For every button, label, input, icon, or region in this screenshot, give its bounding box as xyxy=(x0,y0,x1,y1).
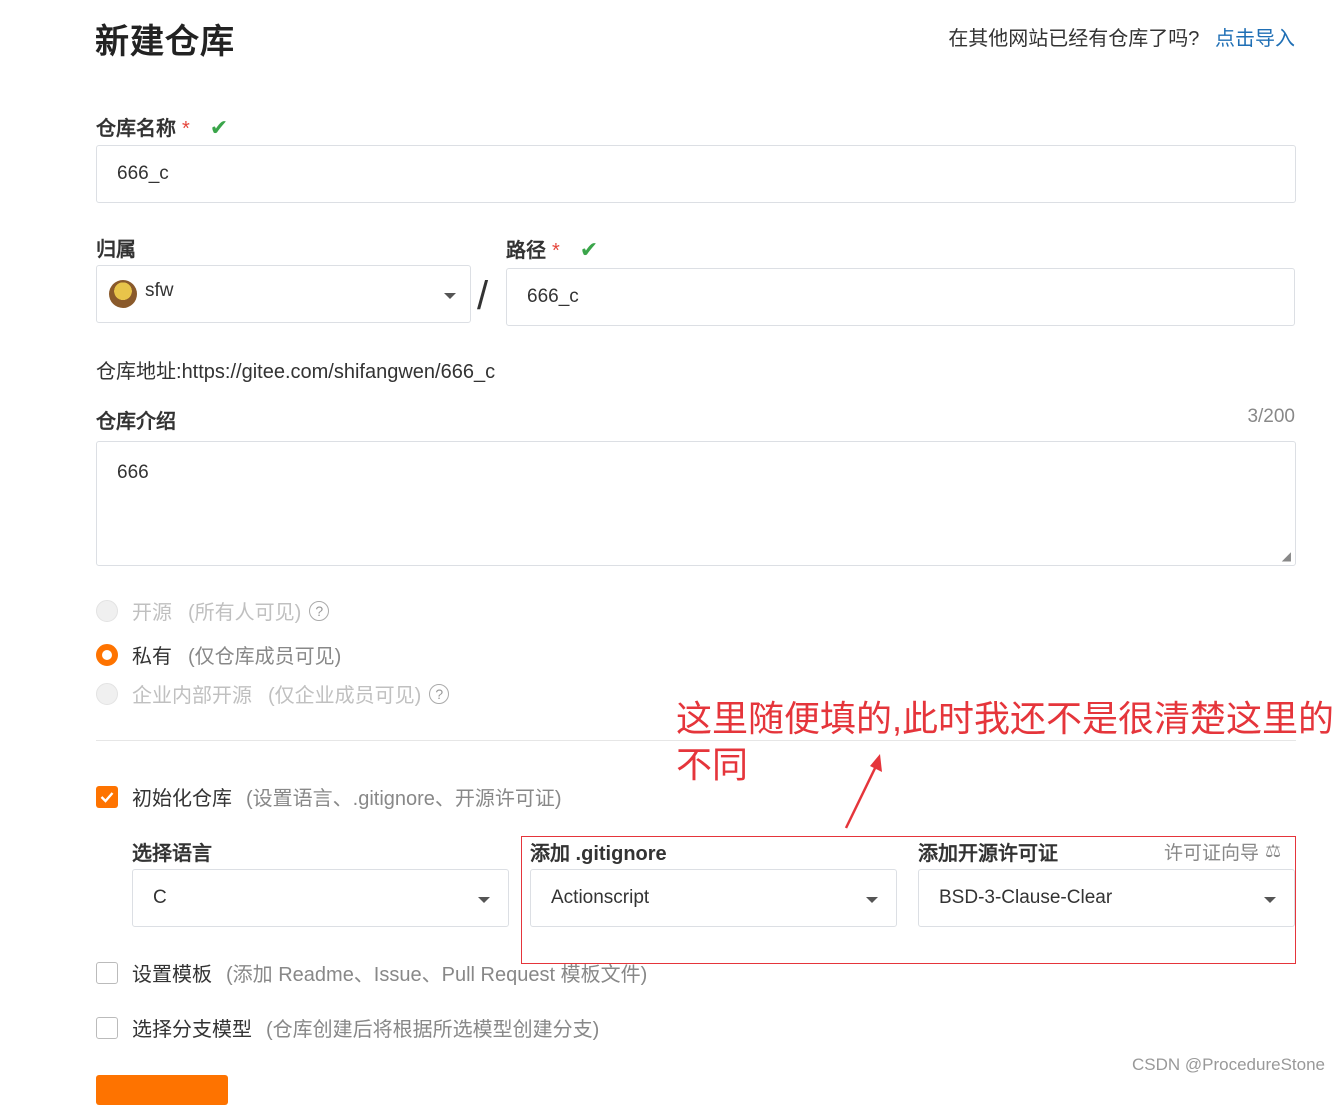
visibility-option-hint: (仅企业成员可见) xyxy=(268,685,422,707)
path-input[interactable]: 666_c xyxy=(506,268,1295,326)
radio-button[interactable] xyxy=(96,682,118,705)
template-checkbox-row[interactable]: 设置模板 (添加 Readme、Issue、Pull Request 模板文件) xyxy=(96,958,647,987)
description-counter: 3/200 xyxy=(1247,406,1295,427)
checkbox-checked[interactable] xyxy=(96,785,118,808)
radio-button-selected[interactable] xyxy=(96,643,118,666)
path-label-text: 路径 xyxy=(506,240,546,262)
language-value: C xyxy=(153,887,167,908)
check-icon: ✔ xyxy=(579,237,599,262)
visibility-option-label: 企业内部开源 xyxy=(132,685,252,707)
init-repo-checkbox-row[interactable]: 初始化仓库 (设置语言、.gitignore、开源许可证) xyxy=(96,782,562,811)
path-value: 666_c xyxy=(527,286,579,307)
resize-handle-icon[interactable]: ◢ xyxy=(1282,549,1291,563)
chevron-down-icon xyxy=(1264,897,1276,903)
scale-icon: ⚖ xyxy=(1265,841,1282,861)
license-guide-link[interactable]: 许可证向导 ⚖ xyxy=(1164,838,1281,865)
branch-model-checkbox-row[interactable]: 选择分支模型 (仓库创建后将根据所选模型创建分支) xyxy=(96,1013,599,1042)
language-select[interactable]: C xyxy=(132,869,509,927)
required-mark: * xyxy=(552,240,560,262)
annotation-text: 这里随便填的,此时我还不是很清楚这里的不同 xyxy=(676,698,1335,785)
help-icon[interactable]: ? xyxy=(429,683,450,704)
chevron-down-icon xyxy=(478,897,490,903)
description-value: 666 xyxy=(117,462,149,483)
visibility-option-public[interactable]: 开源 (所有人可见) ? xyxy=(96,596,330,625)
gitignore-select[interactable]: Actionscript xyxy=(530,869,897,927)
language-label: 选择语言 xyxy=(132,843,212,865)
check-icon: ✔ xyxy=(209,115,229,140)
license-guide-text: 许可证向导 xyxy=(1164,843,1260,864)
template-label: 设置模板 xyxy=(132,964,212,986)
chevron-down-icon xyxy=(444,293,456,299)
chevron-down-icon xyxy=(866,897,878,903)
branch-model-hint: (仓库创建后将根据所选模型创建分支) xyxy=(266,1019,600,1041)
import-prompt: 在其他网站已经有仓库了吗? xyxy=(948,28,1200,50)
visibility-option-label: 开源 xyxy=(132,602,172,624)
visibility-option-enterprise[interactable]: 企业内部开源 (仅企业成员可见) ? xyxy=(96,679,450,708)
page-title: 新建仓库 xyxy=(95,23,235,61)
required-mark: * xyxy=(182,118,190,140)
description-textarea[interactable]: 666 ◢ xyxy=(96,441,1296,566)
checkbox[interactable] xyxy=(96,1016,118,1039)
repo-name-label: 仓库名称 * ✔ xyxy=(96,112,228,141)
license-select[interactable]: BSD-3-Clause-Clear xyxy=(918,869,1295,927)
import-hint: 在其他网站已经有仓库了吗? 点击导入 xyxy=(948,22,1295,51)
branch-model-label: 选择分支模型 xyxy=(132,1019,252,1041)
init-repo-label: 初始化仓库 xyxy=(132,788,232,810)
visibility-option-label: 私有 xyxy=(132,646,172,668)
visibility-option-private[interactable]: 私有 (仅仓库成员可见) xyxy=(96,640,341,669)
owner-select[interactable]: sfw xyxy=(96,265,471,323)
init-repo-hint: (设置语言、.gitignore、开源许可证) xyxy=(246,788,562,810)
description-label: 仓库介绍 xyxy=(96,411,176,433)
help-icon[interactable]: ? xyxy=(309,600,330,621)
checkmark-icon xyxy=(100,791,114,803)
license-value: BSD-3-Clause-Clear xyxy=(939,887,1113,908)
import-link[interactable]: 点击导入 xyxy=(1215,28,1295,50)
checkbox[interactable] xyxy=(96,961,118,984)
visibility-option-hint: (仅仓库成员可见) xyxy=(188,646,342,668)
annotation-arrow-icon xyxy=(844,754,882,829)
path-separator: / xyxy=(477,274,489,318)
avatar xyxy=(109,280,137,308)
owner-value: sfw xyxy=(145,280,174,301)
gitignore-label: 添加 .gitignore xyxy=(530,843,667,865)
license-label: 添加开源许可证 xyxy=(918,843,1058,865)
gitignore-value: Actionscript xyxy=(551,887,650,908)
radio-button[interactable] xyxy=(96,599,118,622)
visibility-option-hint: (所有人可见) xyxy=(188,602,302,624)
path-label: 路径 * ✔ xyxy=(506,234,598,263)
watermark: CSDN @ProcedureStone xyxy=(1131,1055,1325,1074)
template-hint: (添加 Readme、Issue、Pull Request 模板文件) xyxy=(226,964,648,986)
repo-name-input[interactable]: 666_c xyxy=(96,145,1296,203)
repo-url-value: https://gitee.com/shifangwen/666_c xyxy=(181,361,496,383)
repo-name-label-text: 仓库名称 xyxy=(96,118,176,140)
repo-url-prefix: 仓库地址: xyxy=(96,361,182,383)
owner-label: 归属 xyxy=(96,239,136,261)
repo-name-value: 666_c xyxy=(117,163,169,184)
repo-url: 仓库地址:https://gitee.com/shifangwen/666_c xyxy=(96,355,495,384)
create-button[interactable] xyxy=(96,1075,228,1105)
